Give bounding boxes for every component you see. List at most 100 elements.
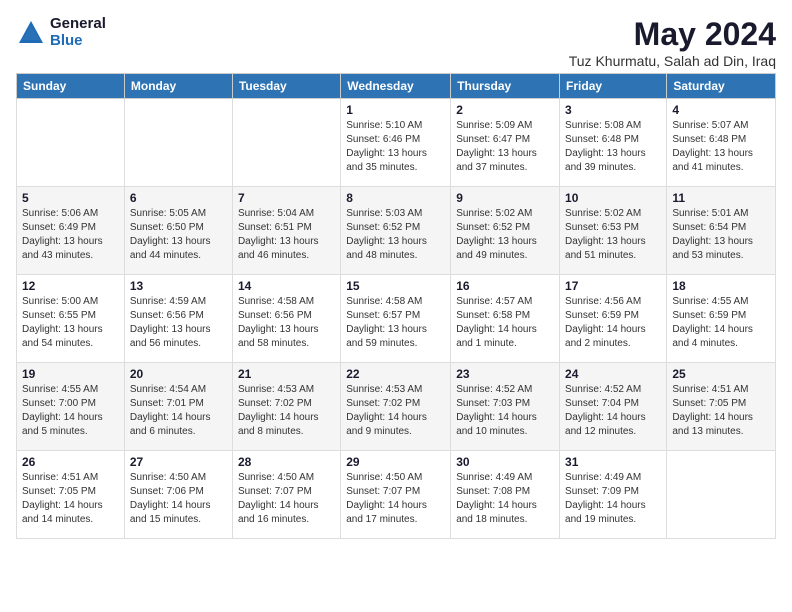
day-info: Sunrise: 5:07 AM Sunset: 6:48 PM Dayligh… [672,119,770,175]
day-info: Sunrise: 4:49 AM Sunset: 7:09 PM Dayligh… [565,471,661,527]
day-info: Sunrise: 4:53 AM Sunset: 7:02 PM Dayligh… [346,383,445,439]
day-number: 7 [238,191,335,205]
day-info: Sunrise: 4:50 AM Sunset: 7:07 PM Dayligh… [238,471,335,527]
day-number: 14 [238,279,335,293]
calendar-week-row: 5Sunrise: 5:06 AM Sunset: 6:49 PM Daylig… [17,187,776,275]
day-number: 12 [22,279,119,293]
header-friday: Friday [560,74,667,99]
day-number: 21 [238,367,335,381]
month-year: May 2024 [569,16,776,53]
day-info: Sunrise: 4:55 AM Sunset: 7:00 PM Dayligh… [22,383,119,439]
day-info: Sunrise: 4:51 AM Sunset: 7:05 PM Dayligh… [22,471,119,527]
calendar-cell: 18 Sunrise: 4:55 AM Sunset: 6:59 PM Dayli… [667,275,776,363]
day-info: Sunrise: 4:50 AM Sunset: 7:06 PM Dayligh… [130,471,227,527]
day-number: 15 [346,279,445,293]
day-info: Sunrise: 5:05 AM Sunset: 6:50 PM Dayligh… [130,207,227,263]
header-wednesday: Wednesday [341,74,451,99]
calendar-cell: 26 Sunrise: 4:51 AM Sunset: 7:05 PM Dayli… [17,451,125,539]
day-number: 28 [238,455,335,469]
calendar-cell: 20 Sunrise: 4:54 AM Sunset: 7:01 PM Dayli… [124,363,232,451]
calendar-cell [17,99,125,187]
day-number: 16 [456,279,554,293]
calendar-cell: 14Sunrise: 4:58 AM Sunset: 6:56 PM Dayli… [232,275,340,363]
day-info: Sunrise: 4:54 AM Sunset: 7:01 PM Dayligh… [130,383,227,439]
calendar-week-row: 26 Sunrise: 4:51 AM Sunset: 7:05 PM Dayli… [17,451,776,539]
day-number: 5 [22,191,119,205]
calendar-cell: 22 Sunrise: 4:53 AM Sunset: 7:02 PM Dayli… [341,363,451,451]
calendar-cell: 1Sunrise: 5:10 AM Sunset: 6:46 PM Daylig… [341,99,451,187]
calendar-cell [232,99,340,187]
day-info: Sunrise: 5:01 AM Sunset: 6:54 PM Dayligh… [672,207,770,263]
day-info: Sunrise: 5:04 AM Sunset: 6:51 PM Dayligh… [238,207,335,263]
day-number: 18 [672,279,770,293]
day-number: 9 [456,191,554,205]
day-number: 19 [22,367,119,381]
day-number: 11 [672,191,770,205]
day-number: 29 [346,455,445,469]
calendar-cell: 2 Sunrise: 5:09 AM Sunset: 6:47 PM Daylig… [451,99,560,187]
day-info: Sunrise: 5:08 AM Sunset: 6:48 PM Dayligh… [565,119,661,175]
header-monday: Monday [124,74,232,99]
day-number: 3 [565,103,661,117]
day-number: 30 [456,455,554,469]
calendar-cell: 16 Sunrise: 4:57 AM Sunset: 6:58 PM Dayli… [451,275,560,363]
day-number: 25 [672,367,770,381]
day-info: Sunrise: 5:02 AM Sunset: 6:53 PM Dayligh… [565,207,661,263]
day-number: 20 [130,367,227,381]
logo-general: General [50,16,106,33]
calendar-cell: 9Sunrise: 5:02 AM Sunset: 6:52 PM Daylig… [451,187,560,275]
calendar-week-row: 19 Sunrise: 4:55 AM Sunset: 7:00 PM Dayli… [17,363,776,451]
day-info: Sunrise: 4:50 AM Sunset: 7:07 PM Dayligh… [346,471,445,527]
day-info: Sunrise: 4:51 AM Sunset: 7:05 PM Dayligh… [672,383,770,439]
day-number: 10 [565,191,661,205]
day-info: Sunrise: 4:49 AM Sunset: 7:08 PM Dayligh… [456,471,554,527]
calendar-cell: 29 Sunrise: 4:50 AM Sunset: 7:07 PM Dayli… [341,451,451,539]
title-block: May 2024 Tuz Khurmatu, Salah ad Din, Ira… [569,16,776,69]
day-number: 31 [565,455,661,469]
day-number: 24 [565,367,661,381]
day-number: 27 [130,455,227,469]
calendar-cell: 7 Sunrise: 5:04 AM Sunset: 6:51 PM Daylig… [232,187,340,275]
calendar-cell: 23 Sunrise: 4:52 AM Sunset: 7:03 PM Dayli… [451,363,560,451]
logo: General Blue [16,16,106,49]
day-info: Sunrise: 4:55 AM Sunset: 6:59 PM Dayligh… [672,295,770,351]
calendar-cell [124,99,232,187]
calendar-cell: 17 Sunrise: 4:56 AM Sunset: 6:59 PM Dayli… [560,275,667,363]
calendar-cell: 12 Sunrise: 5:00 AM Sunset: 6:55 PM Dayli… [17,275,125,363]
day-info: Sunrise: 4:58 AM Sunset: 6:57 PM Dayligh… [346,295,445,351]
calendar-cell: 4 Sunrise: 5:07 AM Sunset: 6:48 PM Daylig… [667,99,776,187]
day-info: Sunrise: 4:52 AM Sunset: 7:04 PM Dayligh… [565,383,661,439]
day-info: Sunrise: 5:10 AM Sunset: 6:46 PM Dayligh… [346,119,445,175]
page-header: General Blue May 2024 Tuz Khurmatu, Sala… [16,16,776,69]
day-number: 22 [346,367,445,381]
day-number: 2 [456,103,554,117]
day-info: Sunrise: 4:59 AM Sunset: 6:56 PM Dayligh… [130,295,227,351]
day-number: 4 [672,103,770,117]
calendar-week-row: 1Sunrise: 5:10 AM Sunset: 6:46 PM Daylig… [17,99,776,187]
calendar-cell: 5Sunrise: 5:06 AM Sunset: 6:49 PM Daylig… [17,187,125,275]
calendar-cell: 21Sunrise: 4:53 AM Sunset: 7:02 PM Dayli… [232,363,340,451]
day-info: Sunrise: 4:52 AM Sunset: 7:03 PM Dayligh… [456,383,554,439]
header-tuesday: Tuesday [232,74,340,99]
calendar-cell: 11 Sunrise: 5:01 AM Sunset: 6:54 PM Dayli… [667,187,776,275]
day-number: 23 [456,367,554,381]
calendar-cell: 8Sunrise: 5:03 AM Sunset: 6:52 PM Daylig… [341,187,451,275]
calendar-cell: 24 Sunrise: 4:52 AM Sunset: 7:04 PM Dayli… [560,363,667,451]
day-number: 13 [130,279,227,293]
day-info: Sunrise: 4:56 AM Sunset: 6:59 PM Dayligh… [565,295,661,351]
day-info: Sunrise: 4:57 AM Sunset: 6:58 PM Dayligh… [456,295,554,351]
day-info: Sunrise: 5:03 AM Sunset: 6:52 PM Dayligh… [346,207,445,263]
calendar-cell: 13 Sunrise: 4:59 AM Sunset: 6:56 PM Dayli… [124,275,232,363]
calendar-table: SundayMondayTuesdayWednesdayThursdayFrid… [16,73,776,539]
day-info: Sunrise: 5:00 AM Sunset: 6:55 PM Dayligh… [22,295,119,351]
calendar-cell: 27 Sunrise: 4:50 AM Sunset: 7:06 PM Dayli… [124,451,232,539]
calendar-week-row: 12 Sunrise: 5:00 AM Sunset: 6:55 PM Dayli… [17,275,776,363]
calendar-cell: 15 Sunrise: 4:58 AM Sunset: 6:57 PM Dayli… [341,275,451,363]
calendar-cell: 30 Sunrise: 4:49 AM Sunset: 7:08 PM Dayli… [451,451,560,539]
logo-blue: Blue [50,33,106,50]
day-number: 17 [565,279,661,293]
day-number: 26 [22,455,119,469]
day-info: Sunrise: 5:09 AM Sunset: 6:47 PM Dayligh… [456,119,554,175]
calendar-cell: 31 Sunrise: 4:49 AM Sunset: 7:09 PM Dayli… [560,451,667,539]
calendar-cell [667,451,776,539]
